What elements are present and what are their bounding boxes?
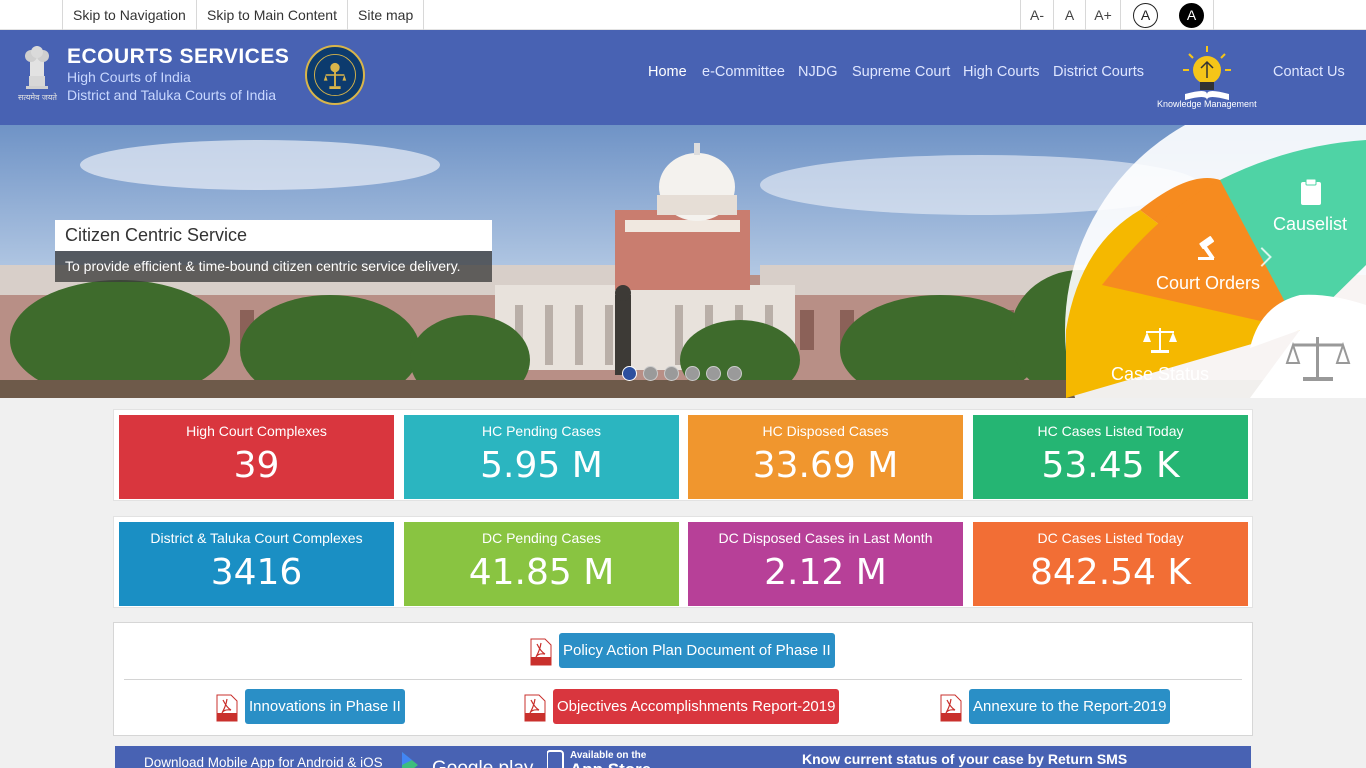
emblem-caption: सत्यमेव जयते xyxy=(18,93,57,102)
pdf-file-icon xyxy=(216,694,238,722)
banner-caption-subtitle: To provide efficient & time-bound citize… xyxy=(55,251,492,282)
site-header: सत्यमेव जयते ECOURTS SERVICES High Court… xyxy=(0,30,1366,125)
pdf-file-icon xyxy=(524,694,546,722)
stat-tile-dc-complexes[interactable]: District & Taluka Court Complexes 3416 xyxy=(119,522,394,606)
nav-njdg[interactable]: NJDG xyxy=(798,64,837,80)
nav-district-courts[interactable]: District Courts xyxy=(1053,64,1144,80)
nav-contact-us[interactable]: Contact Us xyxy=(1273,64,1345,80)
pdf-file-icon xyxy=(530,638,552,666)
skip-to-navigation-link[interactable]: Skip to Navigation xyxy=(62,0,196,30)
documents-divider xyxy=(124,679,1242,680)
stat-label: High Court Complexes xyxy=(186,423,327,439)
slide-indicator-3[interactable] xyxy=(664,366,679,381)
font-normal-button[interactable]: A xyxy=(1053,0,1085,30)
annexure-report-button[interactable]: Annexure to the Report-2019 xyxy=(969,689,1171,724)
slide-indicator-6[interactable] xyxy=(727,366,742,381)
stat-value: 842.54 K xyxy=(1029,552,1191,593)
site-subtitle-district-courts: District and Taluka Courts of India xyxy=(67,87,277,103)
case-status-scales-icon[interactable] xyxy=(1141,326,1179,356)
court-orders-link[interactable]: Court Orders xyxy=(1156,273,1260,294)
stat-value: 3416 xyxy=(210,552,303,593)
nav-home[interactable]: Home xyxy=(648,64,687,80)
google-play-badge-icon[interactable]: Google play xyxy=(398,750,536,768)
stat-tile-hc-pending[interactable]: HC Pending Cases 5.95 M xyxy=(404,415,679,499)
court-orders-gavel-icon[interactable] xyxy=(1196,235,1226,261)
stat-label: HC Disposed Cases xyxy=(762,423,889,439)
nav-ecommittee[interactable]: e-Committee xyxy=(702,64,785,80)
causelist-link[interactable]: Causelist xyxy=(1273,214,1347,235)
download-app-text: Download Mobile App for Android & iOS xyxy=(144,755,383,768)
site-title: ECOURTS SERVICES xyxy=(67,45,290,68)
stat-value: 5.95 M xyxy=(480,445,603,486)
innovations-phase-ii-button[interactable]: Innovations in Phase II xyxy=(245,689,405,724)
stat-label: HC Cases Listed Today xyxy=(1037,423,1184,439)
stat-label: HC Pending Cases xyxy=(481,423,602,439)
stat-tile-hc-complexes[interactable]: High Court Complexes 39 xyxy=(119,415,394,499)
app-store-text: App Store xyxy=(570,760,651,768)
pdf-file-icon xyxy=(940,694,962,722)
stat-tile-dc-disposed-last-month[interactable]: DC Disposed Cases in Last Month 2.12 M xyxy=(688,522,963,606)
return-sms-text[interactable]: Know current status of your case by Retu… xyxy=(802,751,1127,767)
ecommittee-seal-icon xyxy=(305,45,365,105)
app-store-badge-icon[interactable]: Available on the App Store xyxy=(547,748,667,768)
stat-label: DC Pending Cases xyxy=(481,530,602,546)
stat-value: 33.69 M xyxy=(752,445,899,486)
slide-indicator-5[interactable] xyxy=(706,366,721,381)
causelist-clipboard-icon[interactable] xyxy=(1300,178,1322,206)
nav-supreme-court[interactable]: Supreme Court xyxy=(852,64,950,80)
stat-tile-hc-listed-today[interactable]: HC Cases Listed Today 53.45 K xyxy=(973,415,1248,499)
stat-label: DC Disposed Cases in Last Month xyxy=(718,530,933,546)
google-play-text: Google play xyxy=(432,758,534,768)
banner-caption-title: Citizen Centric Service xyxy=(55,220,492,251)
documents-panel: Policy Action Plan Document of Phase II … xyxy=(113,622,1253,736)
stat-value: 53.45 K xyxy=(1041,445,1180,486)
top-utility-bar: Skip to Navigation Skip to Main Content … xyxy=(0,0,1366,30)
stat-value: 41.85 M xyxy=(468,552,615,593)
objectives-report-button[interactable]: Objectives Accomplishments Report-2019 xyxy=(553,689,840,724)
high-court-stats-row: High Court Complexes 39 HC Pending Cases… xyxy=(113,409,1253,501)
stat-label: DC Cases Listed Today xyxy=(1037,530,1184,546)
nav-high-courts[interactable]: High Courts xyxy=(963,64,1040,80)
district-court-stats-row: District & Taluka Court Complexes 3416 D… xyxy=(113,516,1253,608)
site-subtitle-high-courts: High Courts of India xyxy=(67,69,191,85)
contrast-light-button[interactable]: A xyxy=(1133,3,1158,28)
slide-indicator-2[interactable] xyxy=(643,366,658,381)
skip-to-main-content-link[interactable]: Skip to Main Content xyxy=(196,0,347,30)
scales-of-justice-icon xyxy=(1285,337,1351,381)
font-decrease-button[interactable]: A- xyxy=(1020,0,1053,30)
font-increase-button[interactable]: A+ xyxy=(1085,0,1120,30)
stat-value: 39 xyxy=(233,445,280,486)
policy-action-plan-button[interactable]: Policy Action Plan Document of Phase II xyxy=(559,633,835,668)
stat-tile-dc-pending[interactable]: DC Pending Cases 41.85 M xyxy=(404,522,679,606)
stat-value: 2.12 M xyxy=(764,552,887,593)
case-status-link[interactable]: Case Status xyxy=(1111,364,1209,385)
mobile-app-strip: Download Mobile App for Android & iOS Go… xyxy=(115,746,1251,768)
stat-label: District & Taluka Court Complexes xyxy=(150,530,363,546)
hero-banner: Citizen Centric Service To provide effic… xyxy=(0,125,1366,398)
site-map-link[interactable]: Site map xyxy=(347,0,425,30)
stat-tile-dc-listed-today[interactable]: DC Cases Listed Today 842.54 K xyxy=(973,522,1248,606)
slide-indicator-4[interactable] xyxy=(685,366,700,381)
slide-indicator-1[interactable] xyxy=(622,366,637,381)
knowledge-management-label[interactable]: Knowledge Management xyxy=(1157,99,1257,109)
contrast-dark-button[interactable]: A xyxy=(1179,3,1204,28)
stat-tile-hc-disposed[interactable]: HC Disposed Cases 33.69 M xyxy=(688,415,963,499)
